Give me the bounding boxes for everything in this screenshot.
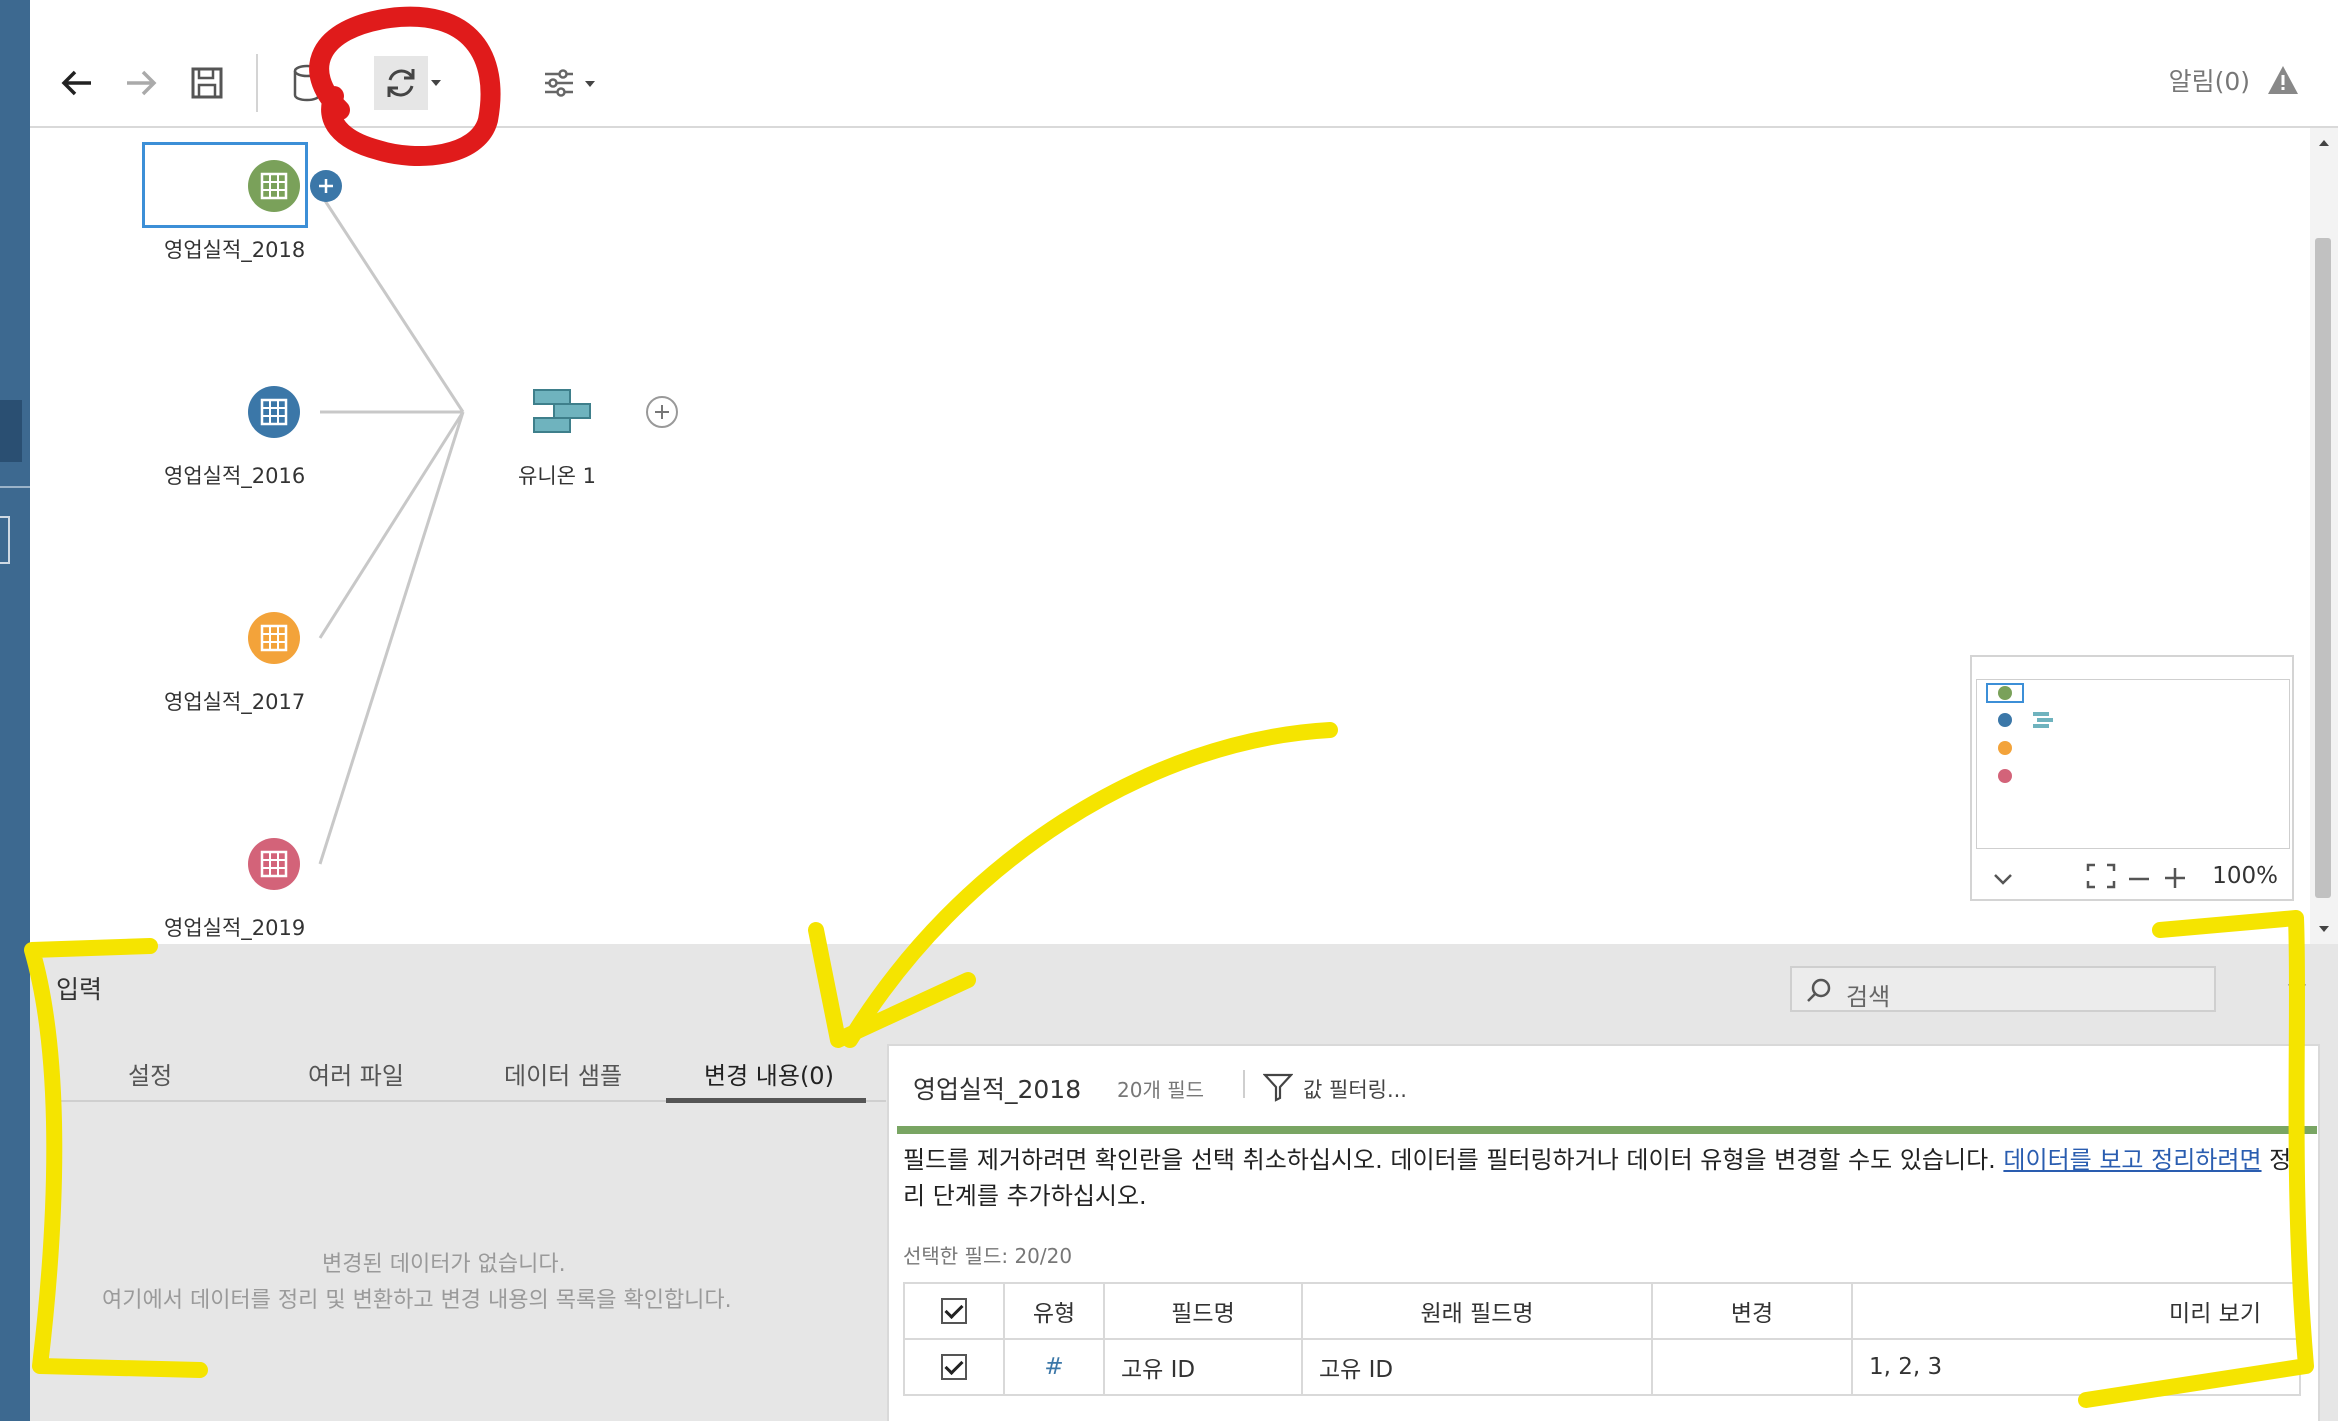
chevron-down-icon[interactable] — [1992, 871, 2014, 887]
row-checkbox[interactable] — [903, 1338, 1005, 1396]
col-header-change[interactable]: 변경 — [1651, 1282, 1853, 1340]
node-label-2019: 영업실적_2019 — [164, 916, 306, 940]
zoom-level: 100% — [2212, 863, 2278, 889]
zoom-in-icon[interactable] — [2164, 867, 2186, 889]
refresh-dropdown[interactable] — [424, 56, 448, 110]
header-separator — [1243, 1070, 1245, 1098]
tab-changes[interactable]: 변경 내용(0) — [704, 1056, 834, 1091]
alerts-label[interactable]: 알림(0) — [2169, 62, 2250, 98]
filter-values-button[interactable]: 값 필터링... — [1303, 1074, 1407, 1104]
fit-to-screen-icon[interactable] — [2086, 863, 2116, 889]
sidebar-active-marker — [0, 400, 22, 462]
toolbar-separator — [256, 54, 258, 112]
number-type-icon[interactable]: # — [1003, 1338, 1105, 1396]
field-list-panel: 영업실적_2018 20개 필드 값 필터링... 필드를 제거하려면 확인란을… — [887, 1044, 2320, 1421]
search-input[interactable]: 검색 — [1790, 966, 2216, 1012]
flow-connectors — [318, 192, 465, 865]
zoom-out-icon[interactable] — [2128, 877, 2150, 881]
refresh-icon — [387, 69, 415, 97]
field-table: 유형 필드명 원래 필드명 변경 미리 보기 # 고유 ID 고유 ID 1, … — [903, 1282, 2301, 1396]
save-icon — [191, 67, 223, 99]
canvas-scrollbar[interactable] — [2310, 128, 2338, 944]
col-header-original-name[interactable]: 원래 필드명 — [1301, 1282, 1653, 1340]
union-label: 유니온 1 — [518, 464, 596, 488]
table-icon — [260, 398, 288, 426]
field-count: 20개 필드 — [1117, 1078, 1205, 1102]
arrow-right-icon — [127, 70, 157, 96]
minimap[interactable]: 100% — [1970, 655, 2294, 901]
toolbar: 알림(0) — [30, 0, 2338, 128]
data-source-button[interactable] — [280, 56, 334, 110]
col-header-type[interactable]: 유형 — [1003, 1282, 1105, 1340]
union-icon — [533, 389, 591, 433]
plus-icon — [655, 405, 669, 419]
field-name-cell[interactable]: 고유 ID — [1103, 1338, 1303, 1396]
table-icon — [260, 850, 288, 878]
input-node-2017[interactable] — [248, 612, 300, 664]
refresh-button[interactable] — [374, 56, 428, 110]
plus-icon — [319, 179, 333, 193]
scroll-down-icon[interactable] — [2318, 924, 2330, 934]
view-options-button[interactable] — [536, 56, 606, 110]
scrollbar-thumb[interactable] — [2315, 238, 2331, 898]
original-name-cell: 고유 ID — [1301, 1338, 1653, 1396]
add-after-union-button[interactable] — [646, 396, 678, 428]
instruction-text: 필드를 제거하려면 확인란을 선택 취소하십시오. 데이터를 필터링하거나 데이… — [903, 1142, 2308, 1214]
input-node-2019[interactable] — [248, 838, 300, 890]
col-header-field-name[interactable]: 필드명 — [1103, 1282, 1303, 1340]
left-sidebar — [0, 0, 30, 1421]
search-placeholder: 검색 — [1846, 983, 1891, 1011]
minimap-viewport[interactable] — [1976, 679, 2290, 849]
panel-title: 입력 — [56, 975, 103, 1004]
node-label-2017: 영업실적_2017 — [164, 690, 306, 714]
caret-down-icon — [431, 80, 441, 86]
node-label-2018: 영업실적_2018 — [164, 238, 306, 262]
instruction-body: 필드를 제거하려면 확인란을 선택 취소하십시오. 데이터를 필터링하거나 데이… — [903, 1146, 2004, 1174]
union-node[interactable] — [530, 386, 594, 438]
input-color-bar — [897, 1126, 2317, 1134]
selected-fields-count: 선택한 필드: 20/20 — [903, 1244, 1073, 1268]
database-icon — [293, 64, 321, 102]
checkbox-checked[interactable] — [941, 1354, 967, 1381]
input-node-2018[interactable] — [248, 160, 300, 212]
table-icon — [260, 624, 288, 652]
sidebar-divider — [0, 486, 30, 488]
table-row[interactable]: # 고유 ID 고유 ID 1, 2, 3 — [903, 1338, 2301, 1396]
checkbox-checked[interactable] — [941, 1298, 967, 1325]
sliders-icon — [545, 69, 595, 97]
save-button[interactable] — [180, 56, 234, 110]
scroll-up-icon[interactable] — [2318, 138, 2330, 148]
back-button[interactable] — [50, 56, 104, 110]
arrow-left-icon — [61, 70, 91, 96]
collapse-panel-icon[interactable] — [2286, 980, 2308, 996]
warning-icon[interactable] — [2266, 64, 2300, 96]
input-node-2016[interactable] — [248, 386, 300, 438]
change-cell — [1651, 1338, 1853, 1396]
table-icon — [260, 172, 288, 200]
active-tab-indicator — [666, 1098, 866, 1103]
tab-settings[interactable]: 설정 — [128, 1056, 172, 1091]
table-header-row: 유형 필드명 원래 필드명 변경 미리 보기 — [903, 1282, 2301, 1340]
tab-multiple-files[interactable]: 여러 파일 — [308, 1056, 404, 1091]
empty-message-line1: 변경된 데이터가 없습니다. — [322, 1252, 566, 1277]
tab-data-sample[interactable]: 데이터 샘플 — [504, 1056, 622, 1091]
forward-button[interactable] — [114, 56, 168, 110]
flow-canvas[interactable]: 영업실적_2018 영업실적_2016 영업실적_2017 영업실적_2019 … — [30, 128, 2310, 944]
node-label-2016: 영업실적_2016 — [164, 464, 306, 488]
input-name: 영업실적_2018 — [913, 1075, 1082, 1104]
add-step-button[interactable] — [310, 170, 342, 202]
col-header-preview[interactable]: 미리 보기 — [1851, 1282, 2301, 1340]
select-all-checkbox[interactable] — [903, 1282, 1005, 1340]
search-icon — [1807, 978, 1831, 1002]
empty-message-line2: 여기에서 데이터를 정리 및 변환하고 변경 내용의 목록을 확인합니다. — [102, 1288, 732, 1313]
filter-icon[interactable] — [1263, 1072, 1293, 1102]
sidebar-panel-handle[interactable] — [0, 516, 10, 564]
minimap-preview — [1986, 683, 2053, 783]
add-clean-step-link[interactable]: 데이터를 보고 정리하려면 — [2003, 1146, 2261, 1174]
preview-cell: 1, 2, 3 — [1851, 1338, 2301, 1396]
